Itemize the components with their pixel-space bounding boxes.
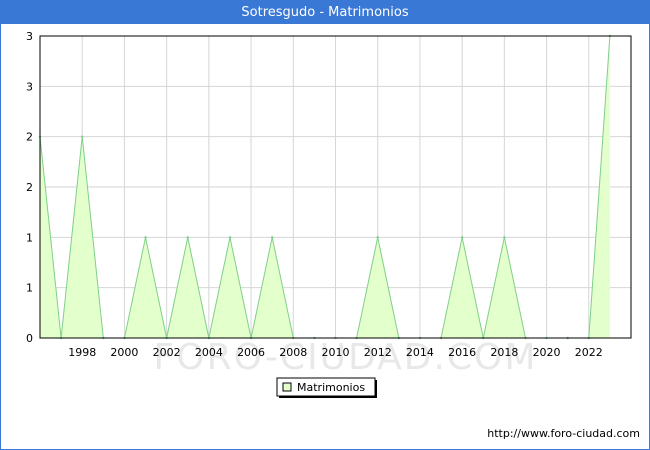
chart-frame: Sotresgudo - Matrimonios FORO-CIUDAD.COM… xyxy=(0,0,650,450)
y-tick-label: 0 xyxy=(26,332,33,345)
x-tick-label: 2010 xyxy=(322,346,350,359)
x-tick-label: 2008 xyxy=(279,346,307,359)
y-tick-label: 3 xyxy=(26,80,33,93)
x-tick-label: 2000 xyxy=(110,346,138,359)
y-tick-label: 1 xyxy=(26,231,33,244)
x-tick-label: 1998 xyxy=(68,346,96,359)
data-point xyxy=(228,236,232,239)
x-tick-label: 2016 xyxy=(448,346,476,359)
x-tick-label: 2014 xyxy=(406,346,434,359)
chart-canvas: FORO-CIUDAD.COM01122331998 2000 2002 2004 20… xyxy=(26,30,632,398)
data-point xyxy=(144,236,147,239)
x-tick-label: 2002 xyxy=(153,346,181,359)
x-tick-label: 2018 xyxy=(490,346,518,359)
x-tick-label: 2022 xyxy=(575,346,603,359)
x-tick-label: 2020 xyxy=(533,346,561,359)
legend-label-matrimonios: Matrimonios xyxy=(297,381,365,394)
y-tick-label: 3 xyxy=(26,30,33,43)
data-point xyxy=(460,236,464,239)
y-tick-label: 1 xyxy=(26,282,33,295)
data-point xyxy=(376,236,379,239)
x-tick-label: 2012 xyxy=(364,346,392,359)
source-url[interactable]: http://www.foro-ciudad.com xyxy=(487,427,640,440)
y-tick-label: 2 xyxy=(26,131,33,144)
data-point xyxy=(81,135,84,138)
data-point xyxy=(503,236,506,239)
legend-swatch-matrimonios xyxy=(282,382,292,392)
data-point xyxy=(270,236,274,239)
data-point xyxy=(186,236,189,239)
x-tick-label: 2006 xyxy=(237,346,265,359)
y-tick-label: 2 xyxy=(26,181,33,194)
x-tick-label: 2004 xyxy=(195,346,223,359)
